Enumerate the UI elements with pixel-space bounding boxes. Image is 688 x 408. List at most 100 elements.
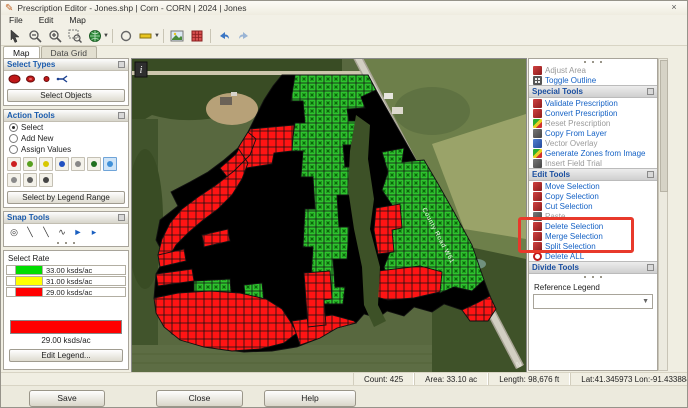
map-view[interactable]: County Road W61 N i bbox=[131, 58, 527, 373]
red-tool-icon bbox=[533, 222, 542, 231]
select-types-icons bbox=[4, 71, 128, 87]
chevron-down-icon[interactable]: ▼ bbox=[103, 33, 109, 39]
pin-icon[interactable] bbox=[118, 61, 125, 68]
select-objects-button[interactable]: Select Objects bbox=[7, 89, 125, 102]
tool-item-insert-field-trial: Insert Field Trial bbox=[529, 158, 657, 168]
snap-tool-icon[interactable]: ╲ bbox=[39, 226, 53, 238]
help-button[interactable]: Help bbox=[264, 390, 356, 407]
scrollbar-thumb[interactable] bbox=[660, 60, 668, 192]
snap-tool-icon[interactable]: ▸ bbox=[87, 226, 101, 238]
branch-icon[interactable] bbox=[55, 73, 69, 85]
action-tool-icon[interactable] bbox=[55, 157, 69, 171]
swatch-icon[interactable] bbox=[136, 26, 156, 45]
legend-swatch bbox=[16, 265, 43, 275]
tool-item-delete-all[interactable]: Delete ALL bbox=[529, 251, 657, 261]
snap-tool-icons: ◎╲╲∿►▸ bbox=[4, 224, 128, 240]
grid-tool-icon bbox=[533, 76, 542, 85]
blue-tool-icon bbox=[533, 139, 542, 148]
tool-item-toggle-outline[interactable]: Toggle Outline bbox=[529, 75, 657, 85]
zoom-box-icon[interactable] bbox=[65, 26, 85, 45]
tool-item-convert-prescription[interactable]: Convert Prescription bbox=[529, 108, 657, 118]
action-tool-icon[interactable] bbox=[7, 173, 21, 187]
pin-icon[interactable] bbox=[118, 214, 125, 221]
action-tool-icon[interactable] bbox=[7, 157, 21, 171]
tool-item-label: Adjust Area bbox=[545, 66, 586, 75]
radio-add-new[interactable]: Add New bbox=[4, 133, 128, 144]
blob-medium-icon[interactable] bbox=[23, 73, 37, 85]
reference-legend-combobox[interactable]: ▼ bbox=[533, 294, 653, 309]
tool-item-copy-selection[interactable]: Copy Selection bbox=[529, 191, 657, 201]
panel-splitter[interactable] bbox=[4, 240, 128, 246]
snap-tool-icon[interactable]: ∿ bbox=[55, 226, 69, 238]
legend-spacer bbox=[6, 298, 126, 320]
right-panel-scrollbar[interactable] bbox=[658, 58, 668, 371]
tool-item-merge-selection[interactable]: Merge Selection bbox=[529, 231, 657, 241]
pin-icon[interactable] bbox=[647, 88, 654, 95]
action-tool-icon[interactable] bbox=[87, 157, 101, 171]
red-grid-icon[interactable] bbox=[187, 26, 207, 45]
radio-assign-values[interactable]: Assign Values bbox=[4, 144, 128, 155]
tab-data-grid[interactable]: Data Grid bbox=[41, 46, 97, 58]
save-button[interactable]: Save bbox=[29, 390, 105, 407]
redo-icon[interactable] bbox=[234, 26, 254, 45]
edit-legend-button[interactable]: Edit Legend... bbox=[9, 349, 123, 362]
pin-icon[interactable] bbox=[647, 171, 654, 178]
menu-file[interactable]: File bbox=[1, 15, 31, 26]
menu-edit[interactable]: Edit bbox=[31, 15, 62, 26]
globe-icon[interactable] bbox=[85, 26, 105, 45]
tool-item-copy-from-layer[interactable]: Copy From Layer bbox=[529, 128, 657, 138]
snap-tools-title: Snap Tools bbox=[7, 213, 118, 222]
map-info-button[interactable]: i bbox=[135, 62, 147, 77]
zoom-out-icon[interactable] bbox=[25, 26, 45, 45]
tool-item-validate-prescription[interactable]: Validate Prescription bbox=[529, 98, 657, 108]
close-button[interactable]: × bbox=[667, 2, 681, 13]
rate-legend-row[interactable]: 31.00 ksds/ac bbox=[6, 276, 126, 286]
blob-large-icon[interactable] bbox=[7, 73, 21, 85]
snap-tool-icon[interactable]: ► bbox=[71, 226, 85, 238]
left-panel: Select Types Select Objects Action Tools… bbox=[3, 58, 129, 371]
circle-icon[interactable] bbox=[116, 26, 136, 45]
rate-legend-row[interactable]: 33.00 ksds/ac bbox=[6, 265, 126, 275]
close-button[interactable]: Close bbox=[156, 390, 243, 407]
action-tool-icon[interactable] bbox=[103, 157, 117, 171]
snap-tool-icon[interactable]: ╲ bbox=[23, 226, 37, 238]
legend-gutter bbox=[6, 265, 16, 275]
image-icon[interactable] bbox=[167, 26, 187, 45]
tool-item-label: Delete ALL bbox=[545, 252, 584, 261]
section-header-special-tools: Special Tools bbox=[529, 85, 657, 98]
zoom-in-icon[interactable] bbox=[45, 26, 65, 45]
tab-map[interactable]: Map bbox=[3, 46, 40, 58]
tool-item-split-selection[interactable]: Split Selection bbox=[529, 241, 657, 251]
pointer-icon[interactable] bbox=[5, 26, 25, 45]
tool-item-label: Reset Prescription bbox=[545, 119, 610, 128]
action-tool-icon[interactable] bbox=[23, 173, 37, 187]
dark-tool-icon bbox=[533, 129, 542, 138]
radio-select[interactable]: Select bbox=[4, 122, 128, 133]
radio-dot bbox=[9, 145, 18, 154]
snap-tool-icon[interactable]: ◎ bbox=[7, 226, 21, 238]
ban-tool-icon bbox=[533, 252, 542, 261]
tool-item-label: Move Selection bbox=[545, 182, 600, 191]
current-rate-swatch bbox=[10, 320, 122, 334]
select-by-legend-range-button[interactable]: Select by Legend Range bbox=[7, 191, 125, 204]
tool-item-generate-zones-from-image[interactable]: Generate Zones from Image bbox=[529, 148, 657, 158]
select-types-header: Select Types bbox=[4, 59, 128, 71]
blob-point-icon[interactable] bbox=[39, 73, 53, 85]
menu-map[interactable]: Map bbox=[61, 15, 94, 26]
chevron-down-icon[interactable]: ▼ bbox=[154, 33, 160, 39]
radio-label: Assign Values bbox=[21, 145, 71, 154]
right-panel-top-items: Adjust AreaToggle Outline bbox=[529, 65, 657, 85]
tool-item-cut-selection[interactable]: Cut Selection bbox=[529, 201, 657, 211]
red-tool-icon bbox=[533, 232, 542, 241]
tool-item-move-selection[interactable]: Move Selection bbox=[529, 181, 657, 191]
action-tool-icon[interactable] bbox=[39, 157, 53, 171]
pin-icon[interactable] bbox=[647, 264, 654, 271]
select-types-title: Select Types bbox=[7, 60, 118, 69]
action-tool-icon[interactable] bbox=[39, 173, 53, 187]
action-tool-icon[interactable] bbox=[71, 157, 85, 171]
pin-icon[interactable] bbox=[118, 112, 125, 119]
rate-legend-row[interactable]: 29.00 ksds/ac bbox=[6, 287, 126, 297]
tool-item-delete-selection[interactable]: Delete Selection bbox=[529, 221, 657, 231]
undo-icon[interactable] bbox=[214, 26, 234, 45]
action-tool-icon[interactable] bbox=[23, 157, 37, 171]
